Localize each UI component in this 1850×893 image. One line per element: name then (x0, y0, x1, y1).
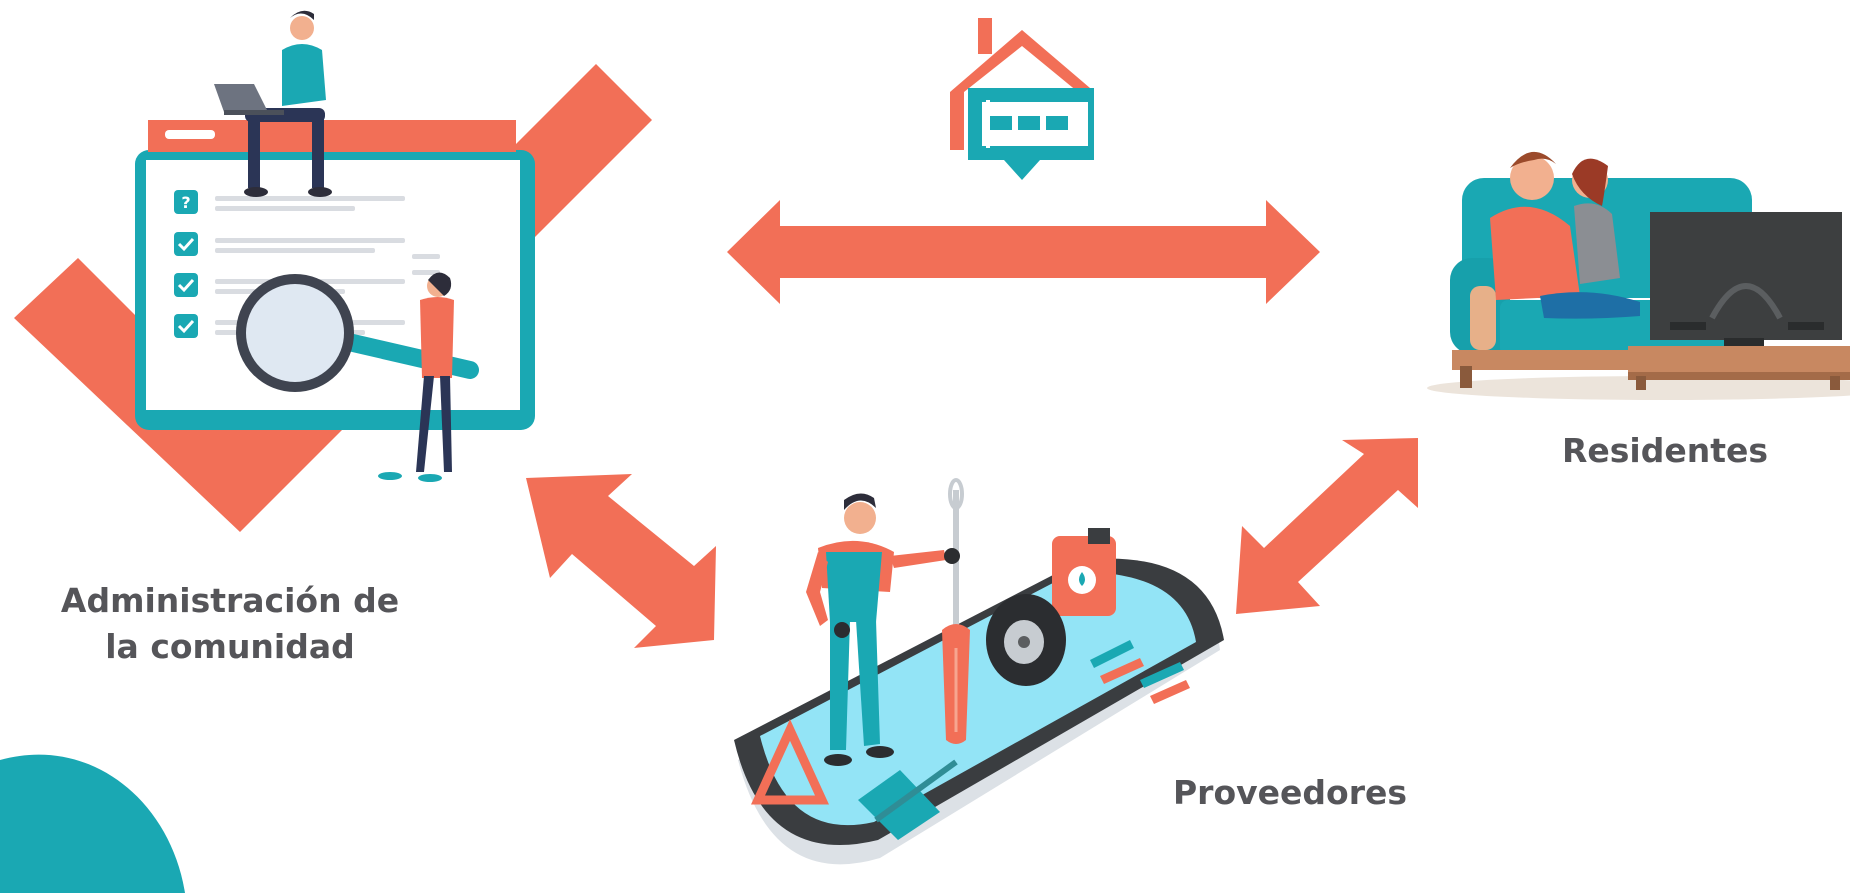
residentes-illustration (1427, 151, 1850, 400)
arrow-admin-residentes (727, 200, 1320, 304)
corner-decoration (0, 754, 185, 893)
screwdriver-icon (942, 478, 970, 744)
arrow-admin-proveedores (526, 474, 716, 648)
tire-icon (986, 594, 1066, 686)
arrow-proveedores-residentes (1236, 438, 1418, 614)
phone-device (734, 558, 1224, 865)
label-administracion-line2: la comunidad (105, 627, 355, 666)
label-administracion-line1: Administración de (60, 581, 400, 620)
svg-text:?: ? (181, 193, 190, 212)
house-chat-logo-icon (950, 18, 1094, 180)
label-administracion: Administración de la comunidad (20, 578, 440, 670)
admin-illustration: ? (14, 10, 652, 532)
oil-can-icon (1052, 528, 1116, 616)
label-residentes: Residentes (1561, 431, 1769, 470)
label-proveedores: Proveedores (1173, 773, 1407, 812)
tv-icon (1650, 212, 1842, 348)
